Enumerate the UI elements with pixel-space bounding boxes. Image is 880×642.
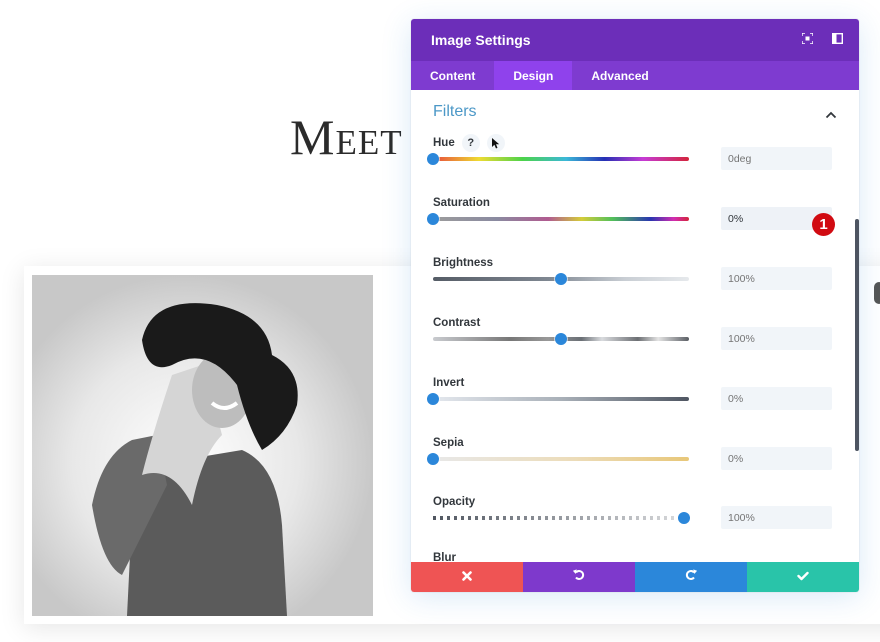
opacity-value-input[interactable]	[721, 506, 832, 529]
modal-body: Filters Hue ? 0deg Saturation 0% 1 Brigh…	[411, 90, 859, 562]
mouse-cursor-icon	[486, 134, 505, 152]
filter-opacity: Opacity	[433, 494, 833, 554]
brightness-slider-track[interactable]	[433, 273, 689, 285]
modal-footer	[411, 562, 859, 592]
contrast-value-input[interactable]	[721, 327, 832, 350]
image-settings-modal: Image Settings Content Design Advanced F…	[411, 19, 859, 592]
contrast-slider-track[interactable]	[433, 333, 689, 345]
saturation-slider-track[interactable]	[427, 213, 689, 225]
filter-invert: Invert	[427, 375, 833, 435]
filter-label: Hue	[433, 137, 455, 149]
woman-in-hat-illustration	[32, 275, 373, 616]
filter-sepia: Sepia	[427, 435, 833, 495]
modal-title: Image Settings	[431, 32, 531, 48]
hue-value-input[interactable]	[721, 147, 832, 170]
filter-saturation: Saturation	[427, 195, 833, 255]
slider-thumb[interactable]	[555, 273, 567, 285]
partial-text-glyph	[874, 282, 880, 304]
undo-icon	[572, 568, 585, 586]
filter-label: Brightness	[433, 257, 494, 269]
filter-contrast: Contrast	[433, 315, 833, 375]
redo-button[interactable]	[635, 562, 747, 592]
check-icon	[797, 568, 809, 586]
page: Meet Image Settings Content Design Advan…	[0, 0, 880, 642]
filters-section-title[interactable]: Filters	[433, 103, 477, 121]
filter-label: Invert	[433, 377, 465, 389]
filter-label: Contrast	[433, 317, 481, 329]
page-heading: Meet	[290, 109, 403, 165]
filter-brightness: Brightness	[433, 255, 833, 315]
invert-value-input[interactable]	[721, 387, 832, 410]
slider-thumb[interactable]	[555, 333, 567, 345]
tab-design[interactable]: Design	[494, 61, 573, 90]
brightness-value-input[interactable]	[721, 267, 832, 290]
step-badge: 1	[812, 213, 835, 236]
fullscreen-icon[interactable]	[801, 32, 813, 44]
slider-thumb[interactable]	[427, 453, 439, 465]
filter-label: Sepia	[433, 437, 464, 449]
tab-content[interactable]: Content	[411, 61, 494, 90]
filter-label: Opacity	[433, 496, 476, 508]
scrollbar[interactable]	[855, 219, 859, 451]
portrait-photo[interactable]	[32, 275, 373, 616]
filter-blur-label: Blur	[433, 552, 456, 562]
slider-thumb[interactable]	[427, 153, 439, 165]
slider-thumb[interactable]	[427, 393, 439, 405]
close-icon	[462, 568, 472, 586]
tab-advanced[interactable]: Advanced	[572, 61, 667, 90]
modal-tabs: Content Design Advanced	[411, 61, 859, 90]
opacity-slider-track[interactable]	[433, 512, 690, 524]
cancel-button[interactable]	[411, 562, 523, 592]
sepia-value-input[interactable]	[721, 447, 832, 470]
undo-button[interactable]	[523, 562, 635, 592]
invert-slider-track[interactable]	[427, 393, 689, 405]
filter-label: Saturation	[433, 197, 490, 209]
help-icon[interactable]: ?	[461, 134, 480, 152]
slider-thumb[interactable]	[427, 213, 439, 225]
hue-slider-track[interactable]	[427, 153, 689, 165]
redo-icon	[685, 568, 698, 586]
modal-header: Image Settings	[411, 19, 859, 61]
sidebar-icon[interactable]	[831, 32, 843, 44]
slider-thumb[interactable]	[678, 512, 690, 524]
sepia-slider-track[interactable]	[427, 453, 689, 465]
chevron-up-icon[interactable]	[825, 106, 837, 119]
save-button[interactable]	[747, 562, 859, 592]
filter-hue: Hue ?	[427, 134, 833, 195]
